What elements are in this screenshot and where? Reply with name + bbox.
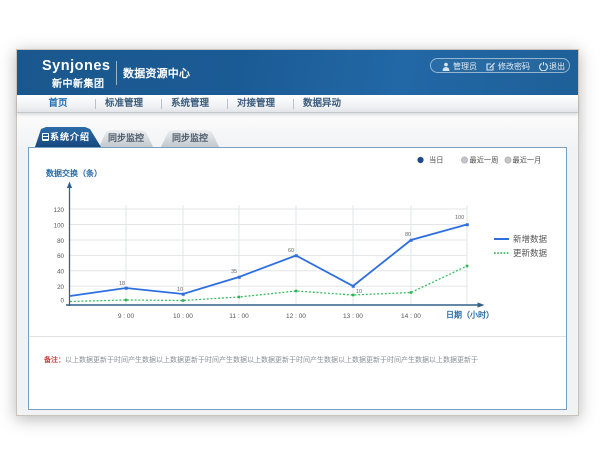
svg-text:100: 100 bbox=[54, 222, 65, 229]
svg-text:60: 60 bbox=[288, 248, 294, 254]
svg-text:更新数据: 更新数据 bbox=[513, 248, 548, 258]
svg-text:10: 10 bbox=[177, 287, 183, 293]
svg-text:当日: 当日 bbox=[429, 156, 443, 165]
svg-text:35: 35 bbox=[231, 269, 237, 275]
svg-text:60: 60 bbox=[57, 253, 64, 260]
svg-text:80: 80 bbox=[57, 238, 64, 245]
svg-text:10 : 00: 10 : 00 bbox=[173, 313, 193, 320]
svg-text:0: 0 bbox=[61, 298, 65, 305]
svg-text:最近一月: 最近一月 bbox=[513, 156, 542, 165]
svg-text:14 : 00: 14 : 00 bbox=[401, 313, 421, 320]
svg-text:40: 40 bbox=[57, 269, 64, 276]
svg-text:18: 18 bbox=[119, 281, 125, 287]
svg-text:新增数据: 新增数据 bbox=[513, 234, 548, 244]
svg-text:10: 10 bbox=[356, 289, 362, 295]
svg-text:20: 20 bbox=[57, 284, 64, 291]
svg-text:日期（小时）: 日期（小时） bbox=[446, 310, 494, 320]
svg-text:数据交换（条）: 数据交换（条） bbox=[46, 168, 102, 178]
svg-text:100: 100 bbox=[455, 215, 464, 221]
svg-text:120: 120 bbox=[54, 207, 65, 214]
svg-text:13 : 00: 13 : 00 bbox=[343, 313, 363, 320]
svg-text:80: 80 bbox=[405, 232, 411, 238]
svg-text:11 : 00: 11 : 00 bbox=[229, 313, 249, 320]
svg-text:9 : 00: 9 : 00 bbox=[118, 313, 135, 320]
svg-text:最近一周: 最近一周 bbox=[470, 156, 499, 165]
svg-text:12 : 00: 12 : 00 bbox=[286, 313, 306, 320]
